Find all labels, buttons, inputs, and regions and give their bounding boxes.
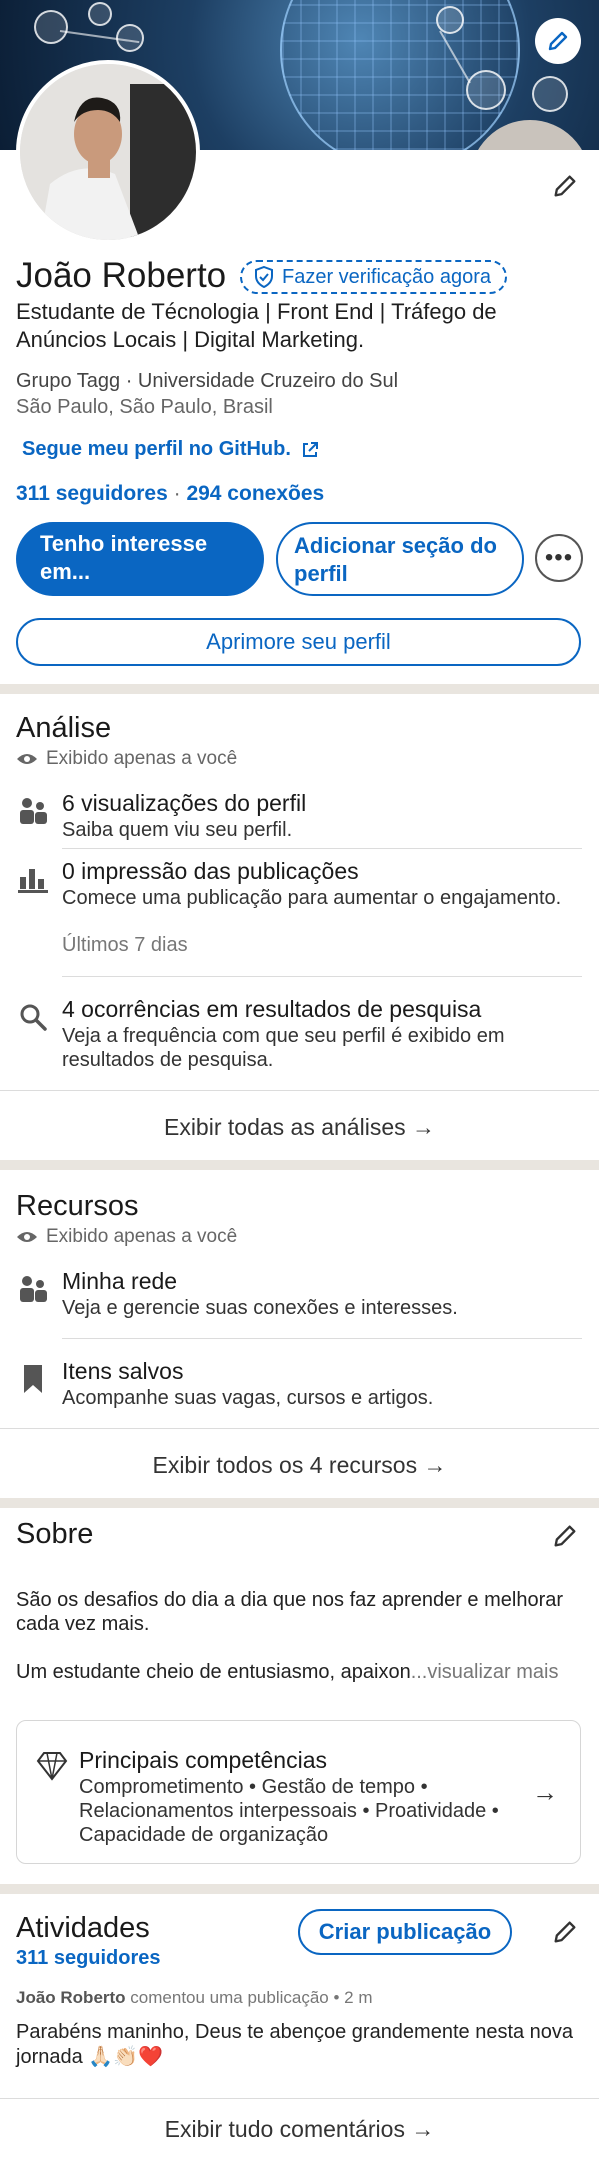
eye-icon bbox=[17, 754, 37, 764]
top-skills-card[interactable]: Principais competências Comprometimento … bbox=[16, 1720, 581, 1864]
about-title: Sobre bbox=[16, 1518, 94, 1550]
analytics-title: Análise bbox=[16, 712, 112, 744]
bookmark-icon bbox=[16, 1362, 50, 1396]
item-title: Itens salvos bbox=[62, 1358, 184, 1384]
add-section-button[interactable]: Adicionar seção do perfil bbox=[276, 522, 524, 596]
external-link-icon bbox=[302, 441, 318, 457]
more-options-button[interactable]: ••• bbox=[535, 534, 583, 582]
private-label: Exibido apenas a você bbox=[46, 1226, 238, 1247]
skills-list: Comprometimento • Gestão de tempo • Rela… bbox=[79, 1776, 499, 1846]
section-separator bbox=[0, 1498, 599, 1508]
network-node-icon bbox=[532, 76, 568, 112]
skills-title: Principais competências bbox=[79, 1747, 328, 1773]
item-desc: Veja e gerencie suas conexões e interess… bbox=[62, 1297, 458, 1319]
edit-about-button[interactable] bbox=[545, 1516, 585, 1556]
people-icon bbox=[16, 794, 50, 828]
divider bbox=[62, 976, 582, 977]
activity-author: João Roberto bbox=[16, 1988, 126, 2007]
item-title: 4 ocorrências em resultados de pesquisa bbox=[62, 996, 482, 1022]
interest-button[interactable]: Tenho interesse em... bbox=[16, 522, 264, 596]
create-post-button[interactable]: Criar publicação bbox=[298, 1909, 512, 1955]
analytics-item-search[interactable]: 4 ocorrências em resultados de pesquisa … bbox=[16, 996, 583, 1072]
profile-location: São Paulo, São Paulo, Brasil bbox=[16, 396, 273, 418]
divider bbox=[62, 1338, 582, 1339]
verify-label: Fazer verificação agora bbox=[282, 265, 491, 288]
network-node-icon bbox=[466, 70, 506, 110]
item-title: 0 impressão das publicações bbox=[62, 858, 359, 884]
avatar[interactable] bbox=[16, 60, 200, 244]
resources-item-network[interactable]: Minha rede Veja e gerencie suas conexões… bbox=[16, 1268, 583, 1324]
improve-profile-button[interactable]: Aprimore seu perfil bbox=[16, 618, 581, 666]
divider bbox=[0, 1428, 599, 1429]
pencil-icon bbox=[548, 31, 568, 51]
profile-headline: Estudante de Técnologia | Front End | Tr… bbox=[16, 299, 497, 352]
connections-count[interactable]: 294 conexões bbox=[186, 482, 324, 505]
github-link-label: Segue meu perfil no GitHub. bbox=[22, 438, 291, 460]
activity-followers[interactable]: 311 seguidores bbox=[16, 1947, 161, 1970]
github-link[interactable]: Segue meu perfil no GitHub. bbox=[22, 438, 319, 461]
item-note: Últimos 7 dias bbox=[62, 934, 188, 956]
followers-count[interactable]: 311 seguidores bbox=[16, 482, 168, 505]
bar-chart-icon bbox=[16, 862, 50, 896]
verify-button[interactable]: Fazer verificação agora bbox=[240, 260, 507, 294]
profile-stats[interactable]: 311 seguidores · 294 conexões bbox=[16, 482, 324, 506]
item-desc: Acompanhe suas vagas, cursos e artigos. bbox=[62, 1387, 434, 1409]
profile-name: João Roberto bbox=[16, 256, 227, 295]
activity-post-text[interactable]: Parabéns maninho, Deus te abençoe grande… bbox=[16, 2020, 576, 2070]
profile-company: Grupo Tagg · Universidade Cruzeiro do Su… bbox=[16, 370, 399, 392]
show-more-link[interactable]: ...visualizar mais bbox=[411, 1661, 559, 1683]
item-desc: Comece uma publicação para aumentar o en… bbox=[62, 887, 562, 909]
activity-title: Atividades bbox=[16, 1912, 150, 1944]
pencil-icon bbox=[554, 175, 576, 197]
divider bbox=[62, 848, 582, 849]
pencil-icon bbox=[554, 1525, 576, 1547]
diamond-icon bbox=[36, 1752, 68, 1781]
divider bbox=[0, 2098, 599, 2099]
show-all-resources-link[interactable]: Exibir todos os 4 recursos → bbox=[0, 1452, 599, 1479]
network-node-icon bbox=[34, 10, 68, 44]
resources-private-note: Exibido apenas a você bbox=[16, 1226, 237, 1248]
show-all-comments-link[interactable]: Exibir tudo comentários → bbox=[0, 2116, 599, 2143]
analytics-private-note: Exibido apenas a você bbox=[16, 748, 237, 770]
resources-item-saved[interactable]: Itens salvos Acompanhe suas vagas, curso… bbox=[16, 1358, 583, 1414]
pencil-icon bbox=[554, 1921, 576, 1943]
section-separator bbox=[0, 1884, 599, 1894]
private-label: Exibido apenas a você bbox=[46, 748, 238, 769]
about-text-truncated: Um estudante cheio de entusiasmo, apaixo… bbox=[16, 1661, 411, 1683]
resources-title: Recursos bbox=[16, 1190, 139, 1222]
divider bbox=[0, 1090, 599, 1091]
item-desc: Saiba quem viu seu perfil. bbox=[62, 819, 293, 841]
item-title: 6 visualizações do perfil bbox=[62, 790, 307, 816]
network-node-icon bbox=[88, 2, 112, 26]
analytics-item-views[interactable]: 6 visualizações do perfil Saiba quem viu… bbox=[16, 790, 583, 842]
edit-profile-button[interactable] bbox=[545, 166, 585, 206]
edit-activity-button[interactable] bbox=[545, 1912, 585, 1952]
item-title: Minha rede bbox=[62, 1268, 178, 1294]
arrow-right-icon: → bbox=[532, 1777, 558, 1807]
people-icon bbox=[16, 1272, 50, 1306]
eye-icon bbox=[17, 1232, 37, 1242]
about-paragraph-1: São os desafios do dia a dia que nos faz… bbox=[16, 1589, 564, 1635]
about-paragraph-2: Um estudante cheio de entusiasmo, apaixo… bbox=[16, 1660, 586, 1684]
section-separator bbox=[0, 1160, 599, 1170]
analytics-item-impressions[interactable]: 0 impressão das publicações Comece uma p… bbox=[16, 858, 583, 958]
avatar-photo bbox=[20, 64, 196, 240]
stats-separator: · bbox=[173, 482, 181, 505]
edit-banner-button[interactable] bbox=[535, 18, 581, 64]
show-all-analytics-link[interactable]: Exibir todas as análises → bbox=[0, 1114, 599, 1141]
activity-meta-text: comentou uma publicação • 2 m bbox=[130, 1988, 373, 2007]
section-separator bbox=[0, 684, 599, 694]
item-desc: Veja a frequência com que seu perfil é e… bbox=[62, 1025, 505, 1071]
shield-check-icon bbox=[255, 266, 273, 288]
search-icon bbox=[16, 1000, 50, 1034]
activity-meta: João Roberto comentou uma publicação • 2… bbox=[16, 1988, 373, 2008]
